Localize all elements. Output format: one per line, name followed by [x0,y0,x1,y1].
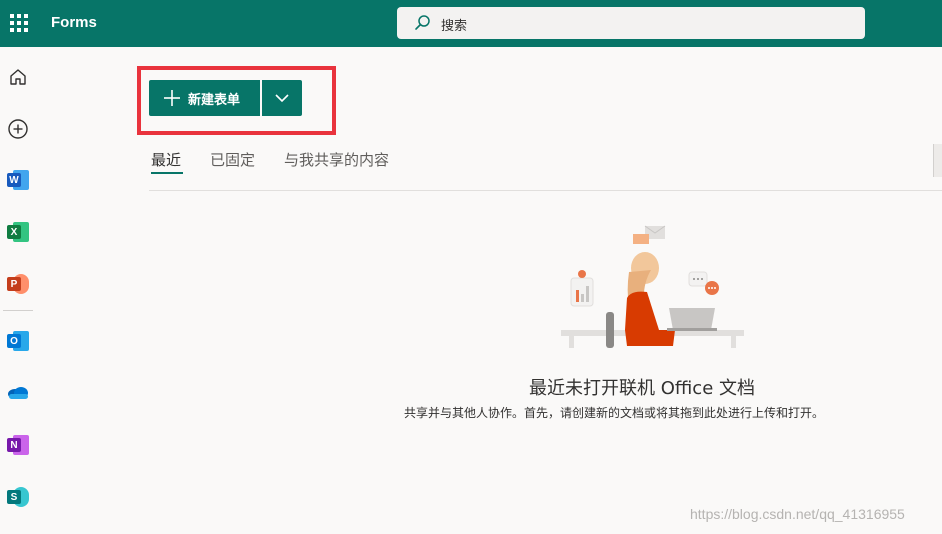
search-icon [415,15,430,30]
empty-state-subtitle: 共享并与其他人协作。首先，请创建新的文档或将其拖到此处进行上传和打开。 [404,406,825,420]
new-form-label: 新建表单 [188,93,241,108]
tab-recent[interactable]: 最近 [151,149,181,170]
rail-create[interactable] [6,117,30,141]
empty-state-illustration [561,225,744,348]
rail-divider [3,310,33,311]
powerpoint-icon: P [7,274,29,294]
sharepoint-icon: S [7,487,29,507]
rail-outlook[interactable]: O [6,329,30,353]
rail-home[interactable] [6,65,30,89]
app-launcher-icon[interactable] [10,14,28,32]
app-title[interactable]: Forms [51,14,97,31]
tabs-divider [149,190,942,191]
chevron-down-icon [275,94,289,103]
onenote-icon: N [7,435,29,455]
new-form-button[interactable]: 新建表单 [149,80,260,116]
rail-excel[interactable]: X [6,220,30,244]
onedrive-icon [8,387,28,399]
rail-powerpoint[interactable]: P [6,272,30,296]
app-rail: W X P O N S [0,47,36,534]
rail-word[interactable]: W [6,168,30,192]
excel-icon: X [7,222,29,242]
view-toggle-button[interactable] [933,144,942,177]
search-box[interactable]: 搜索 [397,7,865,39]
plus-icon [164,90,180,106]
rail-sharepoint[interactable]: S [6,485,30,509]
tab-shared-with-me[interactable]: 与我共享的内容 [284,149,389,170]
home-icon [10,69,26,85]
plus-circle-icon [8,119,28,139]
tab-pinned[interactable]: 已固定 [210,149,255,170]
outlook-icon: O [7,331,29,351]
search-placeholder: 搜索 [441,19,468,34]
watermark: https://blog.csdn.net/qq_41316955 [690,506,905,522]
active-tab-indicator [151,172,183,174]
top-bar: Forms 搜索 [0,0,942,47]
word-icon: W [7,170,29,190]
rail-onenote[interactable]: N [6,433,30,457]
rail-onedrive[interactable] [6,381,30,405]
empty-state-title-text: 最近未打开联机 Office 文档 [529,378,755,399]
new-form-dropdown-button[interactable] [262,80,302,116]
